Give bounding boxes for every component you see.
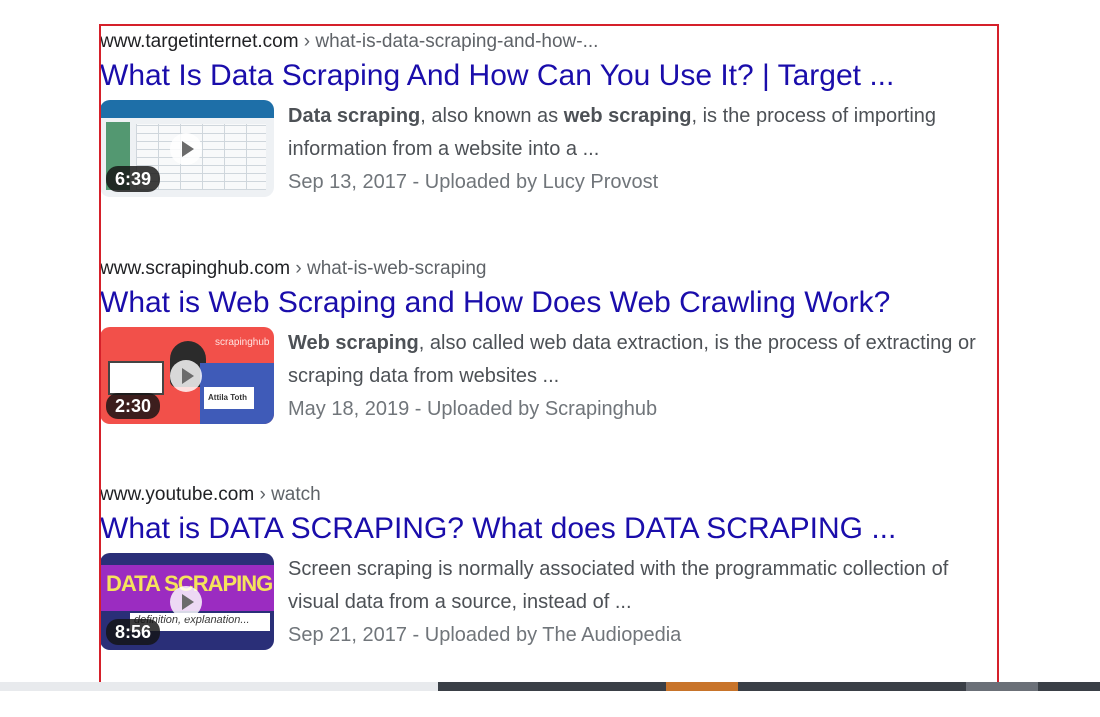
result-body: scrapinghub Attila Toth 2:30 Web scrapin… bbox=[100, 327, 1000, 425]
upload-meta: Sep 21, 2017 - Uploaded by The Audiopedi… bbox=[288, 624, 682, 646]
snippet-highlight: web scraping bbox=[563, 105, 692, 127]
snippet-highlight: Data scraping bbox=[288, 105, 421, 127]
result-domain: www.youtube.com bbox=[100, 484, 255, 505]
search-result: www.youtube.com › watch What is DATA SCR… bbox=[100, 483, 1000, 651]
result-path: › watch bbox=[254, 484, 321, 505]
result-body: DATA SCRAPING definition, explanation...… bbox=[100, 553, 1000, 651]
result-snippet: Screen scraping is normally associated w… bbox=[288, 553, 998, 652]
snippet-highlight: Web scraping bbox=[288, 332, 419, 354]
thumbnail-brand: scrapinghub bbox=[215, 337, 270, 348]
result-snippet: Web scraping, also called web data extra… bbox=[288, 327, 998, 426]
result-domain: www.targetinternet.com bbox=[100, 31, 299, 52]
search-result: www.targetinternet.com › what-is-data-sc… bbox=[100, 30, 1000, 198]
result-title-link[interactable]: What is DATA SCRAPING? What does DATA SC… bbox=[100, 511, 1000, 547]
snippet-part: , also known as bbox=[420, 105, 564, 127]
result-url[interactable]: www.scrapinghub.com › what-is-web-scrapi… bbox=[100, 257, 1000, 281]
thumbnail-laptop bbox=[108, 361, 164, 395]
video-duration: 8:56 bbox=[106, 619, 161, 645]
thumbnail-toolbar bbox=[100, 100, 274, 118]
result-domain: www.scrapinghub.com bbox=[100, 258, 291, 279]
strip-segment bbox=[666, 682, 738, 691]
result-url[interactable]: www.targetinternet.com › what-is-data-sc… bbox=[100, 30, 1000, 54]
play-icon[interactable] bbox=[170, 586, 202, 618]
video-duration: 6:39 bbox=[106, 166, 161, 192]
play-icon[interactable] bbox=[170, 360, 202, 392]
snippet-text: Web scraping, also called web data extra… bbox=[288, 327, 998, 393]
video-thumbnail[interactable]: DATA SCRAPING definition, explanation...… bbox=[100, 553, 274, 650]
result-path: › what-is-web-scraping bbox=[290, 258, 487, 279]
video-duration: 2:30 bbox=[106, 393, 161, 419]
strip-segment bbox=[1038, 682, 1100, 691]
result-body: 6:39 Data scraping, also known as web sc… bbox=[100, 100, 1000, 198]
strip-segment bbox=[0, 682, 438, 691]
video-thumbnail[interactable]: 6:39 bbox=[100, 100, 274, 197]
thumbnail-label: Attila Toth bbox=[208, 393, 247, 402]
taskbar-strip bbox=[0, 682, 1100, 691]
strip-segment bbox=[966, 682, 1038, 691]
snippet-text: Data scraping, also known as web scrapin… bbox=[288, 100, 998, 166]
strip-segment bbox=[438, 682, 666, 691]
result-url[interactable]: www.youtube.com › watch bbox=[100, 483, 1000, 507]
snippet-text: Screen scraping is normally associated w… bbox=[288, 558, 949, 613]
result-snippet: Data scraping, also known as web scrapin… bbox=[288, 100, 998, 199]
result-path: › what-is-data-scraping-and-how-... bbox=[298, 31, 599, 52]
upload-meta: Sep 13, 2017 - Uploaded by Lucy Provost bbox=[288, 171, 659, 193]
play-icon[interactable] bbox=[170, 133, 202, 165]
strip-segment bbox=[738, 682, 966, 691]
video-thumbnail[interactable]: scrapinghub Attila Toth 2:30 bbox=[100, 327, 274, 424]
result-title-link[interactable]: What Is Data Scraping And How Can You Us… bbox=[100, 58, 1000, 94]
upload-meta: May 18, 2019 - Uploaded by Scrapinghub bbox=[288, 398, 658, 420]
search-result: www.scrapinghub.com › what-is-web-scrapi… bbox=[100, 257, 1000, 425]
result-title-link[interactable]: What is Web Scraping and How Does Web Cr… bbox=[100, 285, 1000, 321]
